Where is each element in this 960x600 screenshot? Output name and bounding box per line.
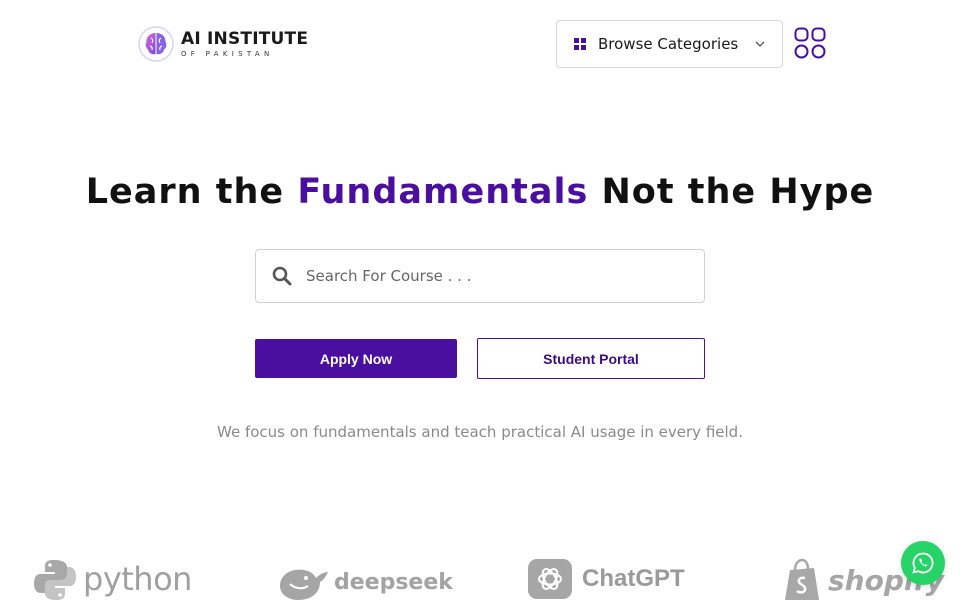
chevron-down-icon	[755, 41, 765, 47]
brand-python-name: python	[83, 560, 192, 598]
browse-categories-label: Browse Categories	[598, 35, 739, 53]
brand-chatgpt: ChatGPT	[527, 558, 685, 600]
headline-text-pre: Learn the	[85, 172, 298, 212]
student-portal-button[interactable]: Student Portal	[477, 338, 705, 379]
apps-menu-icon[interactable]	[794, 27, 826, 59]
brand-python: python	[33, 558, 192, 600]
python-logo-icon	[34, 560, 76, 600]
course-search-box[interactable]	[255, 249, 705, 303]
hero-tagline: We focus on fundamentals and teach pract…	[217, 423, 743, 441]
shopify-bag-icon	[785, 558, 819, 600]
brand-deepseek-name: deepseek	[334, 569, 453, 595]
deepseek-whale-icon	[280, 569, 328, 600]
brand-chatgpt-name: ChatGPT	[582, 565, 685, 592]
site-logo[interactable]: AI INSTITUTE OF PAKISTAN	[137, 25, 308, 63]
hero-headline: Learn the Fundamentals Not the Hype	[0, 172, 960, 212]
headline-text-post: Not the Hype	[588, 172, 875, 212]
logo-title: AI INSTITUTE	[181, 28, 309, 49]
search-icon[interactable]	[272, 266, 292, 286]
openai-knot-icon	[528, 559, 572, 599]
grid-icon	[574, 38, 586, 50]
whatsapp-icon	[912, 552, 934, 574]
brain-logo-icon	[138, 26, 174, 62]
whatsapp-chat-button[interactable]	[901, 541, 945, 585]
logo-subtitle: OF PAKISTAN	[181, 49, 274, 58]
headline-accent: Fundamentals	[297, 172, 589, 212]
apply-now-button[interactable]: Apply Now	[255, 339, 457, 378]
browse-categories-button[interactable]: Browse Categories	[556, 20, 783, 68]
brand-deepseek: deepseek	[276, 562, 453, 600]
course-search-input[interactable]	[306, 267, 686, 285]
